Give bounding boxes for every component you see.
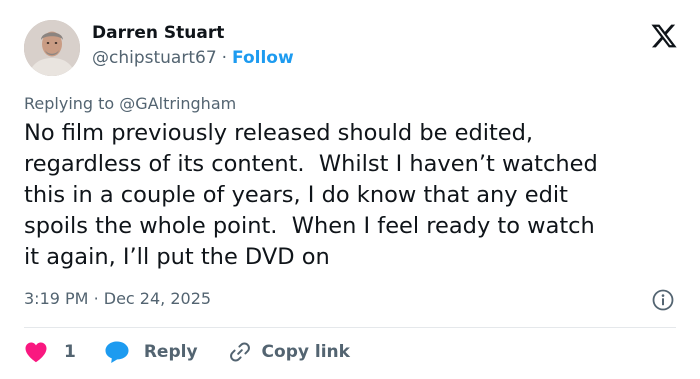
link-icon (229, 342, 250, 362)
author-handle[interactable]: @chipstuart67 (92, 48, 217, 68)
x-logo-icon[interactable] (650, 22, 678, 50)
tweet-text-line: spoils the whole point. When I feel read… (24, 213, 595, 239)
action-bar: 1 Reply Copy link (24, 338, 350, 366)
tweet-text-line: No film previously released should be ed… (24, 120, 534, 146)
copy-link-button[interactable]: Copy link (228, 340, 350, 364)
like-button[interactable]: 1 (24, 341, 76, 363)
follow-button[interactable]: Follow (232, 48, 294, 68)
tweet-text-line: this in a couple of years, I do know tha… (24, 182, 568, 208)
tweet-text: No film previously released should be ed… (24, 118, 684, 273)
author-name[interactable]: Darren Stuart (92, 23, 224, 43)
reply-label: Reply (143, 342, 198, 362)
divider (24, 327, 676, 328)
reply-button[interactable]: Reply (104, 340, 198, 364)
speech-bubble-icon (105, 341, 129, 363)
avatar-image (24, 20, 80, 76)
heart-icon (25, 342, 47, 363)
copy-link-label: Copy link (261, 342, 350, 362)
like-count: 1 (64, 342, 76, 362)
timestamp-time: 3:19 PM (24, 289, 89, 308)
handle-separator: · (221, 48, 228, 68)
replying-to-prefix: Replying to (24, 94, 115, 113)
timestamp[interactable]: 3:19 PM · Dec 24, 2025 (24, 289, 211, 308)
timestamp-separator: · (93, 289, 99, 308)
timestamp-date: Dec 24, 2025 (103, 289, 212, 308)
author-handle-row: @chipstuart67 · Follow (92, 48, 294, 68)
tweet-text-line: regardless of its content. Whilst I have… (24, 151, 598, 177)
tweet-text-line: it again, I’ll put the DVD on (24, 244, 330, 270)
replying-to-mention[interactable]: @GAltringham (119, 94, 236, 113)
avatar[interactable] (24, 20, 80, 76)
info-icon[interactable] (652, 289, 674, 311)
replying-to: Replying to @GAltringham (24, 94, 236, 113)
